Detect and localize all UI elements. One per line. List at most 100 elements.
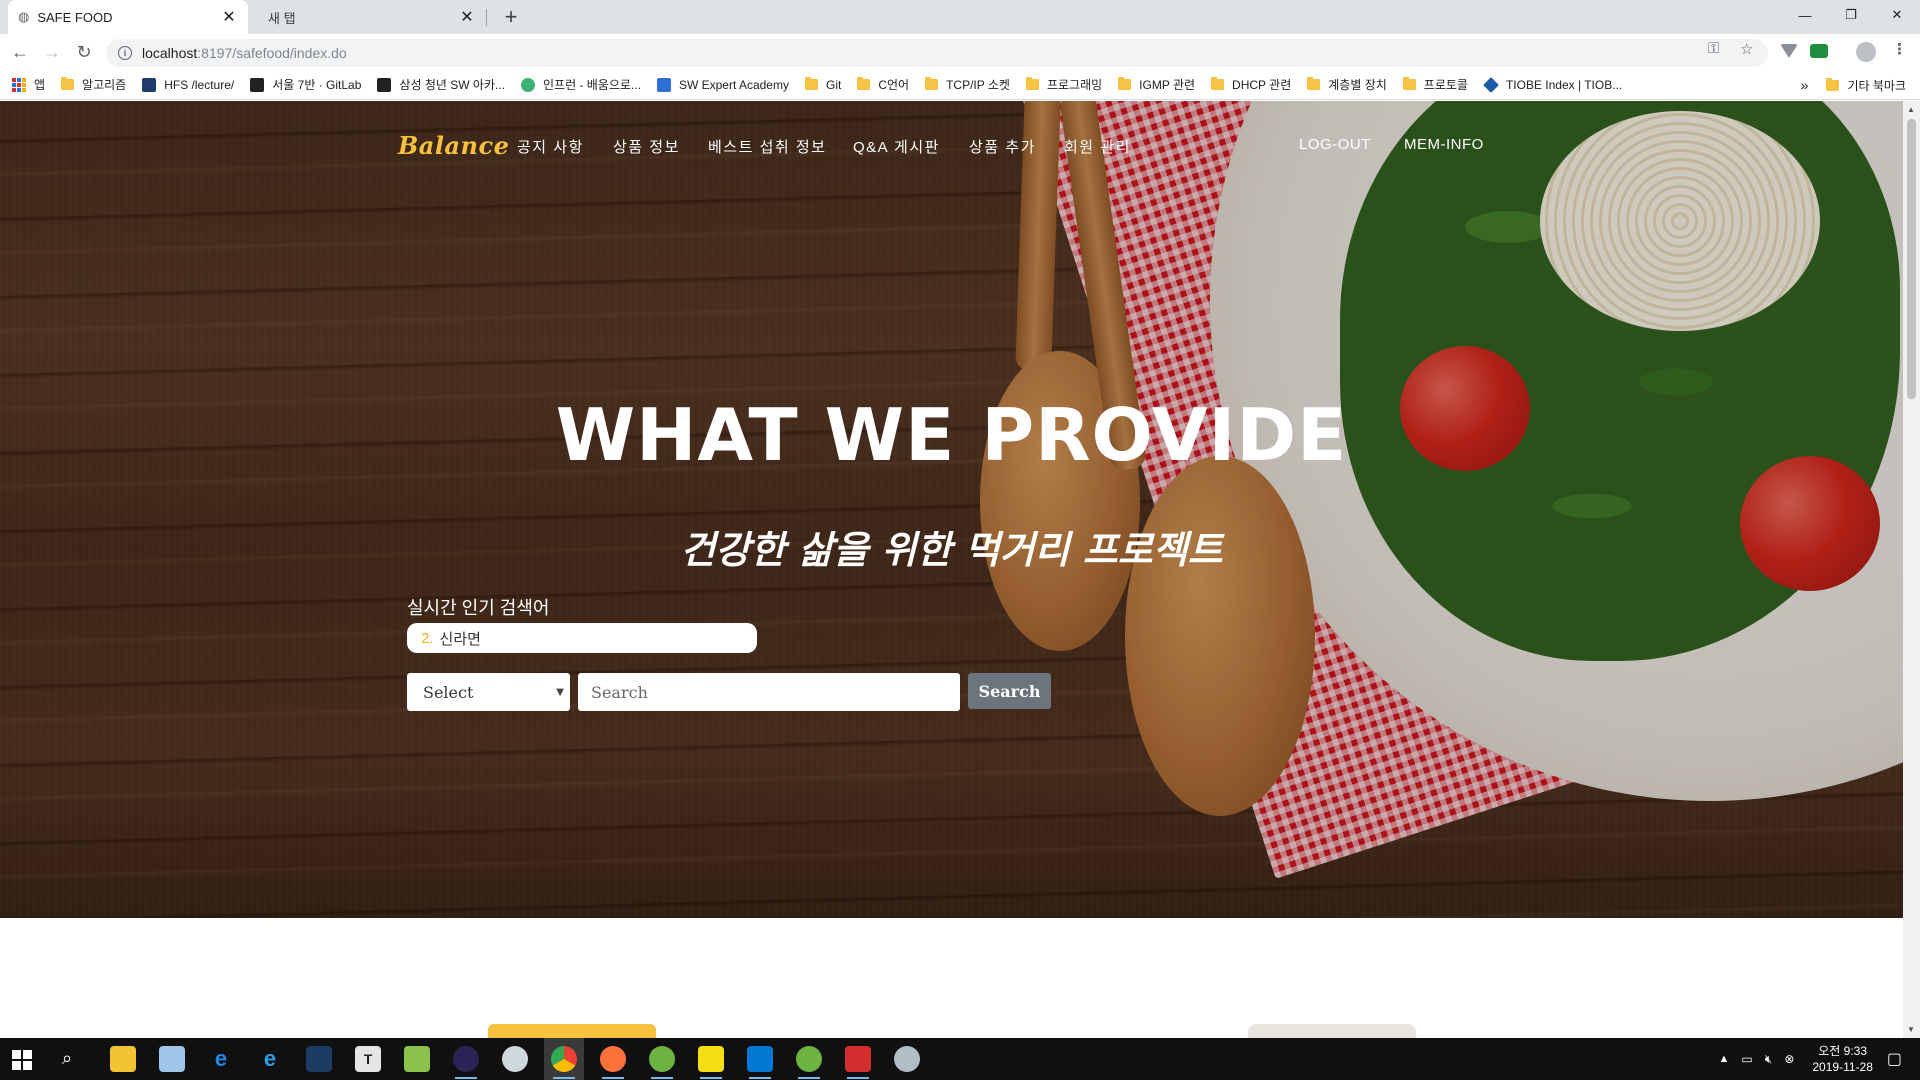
acrobat-icon[interactable] [845, 1046, 871, 1079]
search-input[interactable] [578, 673, 960, 711]
bookmark-label: SW Expert Academy [678, 77, 789, 92]
notepad-icon[interactable] [159, 1046, 185, 1072]
extension-filter-icon[interactable] [1780, 44, 1798, 58]
file-explorer-icon[interactable] [110, 1046, 136, 1072]
hero-title: WHAT WE PROVIDE [555, 393, 1348, 477]
bookmark-folder[interactable]: 알고리즘 [61, 76, 126, 93]
page-scrollbar[interactable]: ▲ ▼ [1903, 101, 1920, 1038]
address-bar[interactable]: i localhost:8197/safefood/index.do [106, 39, 1768, 67]
reload-icon[interactable]: ↻ [72, 40, 96, 64]
firefox-icon[interactable] [600, 1046, 626, 1079]
logout-link[interactable]: LOG-OUT [1299, 136, 1371, 153]
notification-badge-icon[interactable]: ⊗ [1784, 1052, 1794, 1066]
sticky-notes-icon[interactable] [698, 1046, 724, 1079]
close-window-icon[interactable]: ✕ [1874, 0, 1920, 30]
bookmark-label: TCP/IP 소켓 [946, 78, 1010, 92]
minimize-icon[interactable]: — [1782, 0, 1828, 30]
folder-icon [804, 77, 818, 90]
close-tab-icon[interactable]: ✕ [220, 7, 238, 27]
star-icon[interactable]: ☆ [1740, 40, 1753, 58]
tab-new-tab[interactable]: 새 탭 ✕ [250, 0, 486, 34]
taskbar-clock[interactable]: 오전 9:33 2019-11-28 [1812, 1043, 1873, 1075]
nav-link-add-product[interactable]: 상품 추가 [969, 136, 1036, 157]
plus-icon[interactable]: + [498, 4, 524, 30]
bookmark-apps[interactable]: 앱 [12, 76, 45, 93]
chrome-icon[interactable] [551, 1046, 577, 1079]
card-top-edge [1248, 1024, 1416, 1038]
tool-icon[interactable] [894, 1046, 920, 1072]
vscode-icon[interactable] [747, 1046, 773, 1079]
url-host: localhost [142, 45, 198, 61]
other-bookmarks-folder[interactable]: 기타 북마크 [1826, 77, 1906, 94]
browser-tab-bar: ◍ SAFE FOOD ✕ 새 탭 ✕ + — ❐ ✕ [0, 0, 1920, 34]
search-icon[interactable]: ⌕ [62, 1048, 72, 1069]
editor-icon[interactable] [404, 1046, 430, 1072]
edge-icon[interactable]: e [208, 1046, 234, 1072]
tray-chevron-icon[interactable]: ▲ [1719, 1053, 1730, 1065]
bookmark-link[interactable]: 서울 7반 · GitLab [250, 76, 361, 93]
terminal-icon[interactable] [306, 1046, 332, 1072]
bookmark-label: Git [825, 77, 842, 92]
folder-icon [1826, 77, 1840, 91]
bookmark-folder[interactable]: 계층별 장치 [1307, 76, 1387, 93]
bookmark-label: TIOBE Index | TIOB... [1505, 77, 1623, 92]
ie-icon[interactable]: e [257, 1046, 283, 1072]
action-center-icon[interactable]: ▢ [1887, 1049, 1902, 1069]
menu-kebab-icon[interactable]: ⋮ [1892, 40, 1907, 58]
bookmark-link[interactable]: SW Expert Academy [656, 77, 789, 92]
scroll-up-arrow-icon[interactable]: ▲ [1907, 105, 1915, 114]
scrollbar-thumb[interactable] [1907, 119, 1916, 399]
search-button[interactable]: Search [968, 673, 1051, 709]
spring-icon[interactable] [649, 1046, 675, 1079]
bookmark-folder[interactable]: IGMP 관련 [1118, 76, 1195, 93]
brand-logo[interactable]: Balance [398, 131, 509, 160]
bookmark-link[interactable]: HFS /lecture/ [142, 77, 234, 92]
gitlab-icon [250, 77, 265, 92]
system-tray: ▲ ▭ 🔇︎ ⊗ 오전 9:33 2019-11-28 ▢ [1719, 1038, 1920, 1080]
bookmark-folder[interactable]: DHCP 관련 [1211, 76, 1291, 93]
nav-link-qna[interactable]: Q&A 게시판 [853, 136, 940, 157]
content-section [0, 918, 1903, 1038]
restore-icon[interactable]: ❐ [1828, 0, 1874, 30]
nav-link-best-intake[interactable]: 베스트 섭취 정보 [708, 136, 826, 157]
back-arrow-icon[interactable]: ← [8, 40, 32, 64]
clock-date: 2019-11-28 [1812, 1060, 1873, 1074]
tab-safe-food[interactable]: ◍ SAFE FOOD ✕ [8, 0, 248, 34]
bookmark-folder[interactable]: 프로그래밍 [1025, 76, 1102, 93]
nav-link-member-admin[interactable]: 회원 관리 [1064, 136, 1131, 157]
paint-icon[interactable] [502, 1046, 528, 1072]
bookmark-link[interactable]: TIOBE Index | TIOB... [1483, 76, 1623, 93]
trending-keyword-box[interactable]: 2. 신라면 [407, 623, 757, 653]
info-icon[interactable]: i [118, 46, 132, 60]
bookmark-folder[interactable]: Git [804, 77, 842, 92]
bookmark-folder[interactable]: 프로토콜 [1402, 76, 1468, 93]
card-top-edge [488, 1024, 656, 1038]
member-info-link[interactable]: MEM-INFO [1404, 136, 1484, 153]
typora-icon[interactable]: T [355, 1046, 381, 1072]
speaker-muted-icon[interactable]: 🔇︎ [1765, 1052, 1773, 1067]
forward-arrow-icon[interactable]: → [40, 40, 64, 64]
folder-icon [1025, 77, 1039, 90]
bookmark-folder[interactable]: TCP/IP 소켓 [925, 76, 1010, 93]
network-icon[interactable]: ▭ [1741, 1052, 1752, 1066]
spring-tool-icon[interactable] [796, 1046, 822, 1079]
nav-link-product-info[interactable]: 상품 정보 [613, 136, 680, 157]
extension-ac-icon[interactable] [1810, 44, 1828, 58]
ssafy-icon [377, 77, 392, 92]
bookmark-link[interactable]: 인프런 - 배움으로... [520, 76, 641, 93]
search-type-select[interactable]: Select ▼ [407, 673, 570, 711]
windows-start-icon[interactable] [12, 1050, 32, 1070]
profile-avatar-icon[interactable] [1856, 42, 1876, 62]
bookmarks-overflow-chevron-icon[interactable]: » [1801, 77, 1809, 93]
nav-link-notice[interactable]: 공지 사항 [517, 136, 584, 157]
window-controls: — ❐ ✕ [1782, 0, 1920, 30]
scroll-down-arrow-icon[interactable]: ▼ [1907, 1025, 1915, 1034]
bookmark-link[interactable]: 삼성 청년 SW 아카... [377, 76, 505, 93]
apps-grid-icon [12, 77, 26, 92]
close-tab-icon[interactable]: ✕ [458, 7, 476, 27]
bookmark-folder[interactable]: C언어 [857, 76, 909, 93]
key-icon[interactable]: ⚿ [1708, 40, 1719, 57]
eclipse-icon[interactable] [453, 1046, 479, 1079]
bookmark-label: 앱 [34, 78, 46, 92]
folder-icon [1118, 77, 1132, 90]
